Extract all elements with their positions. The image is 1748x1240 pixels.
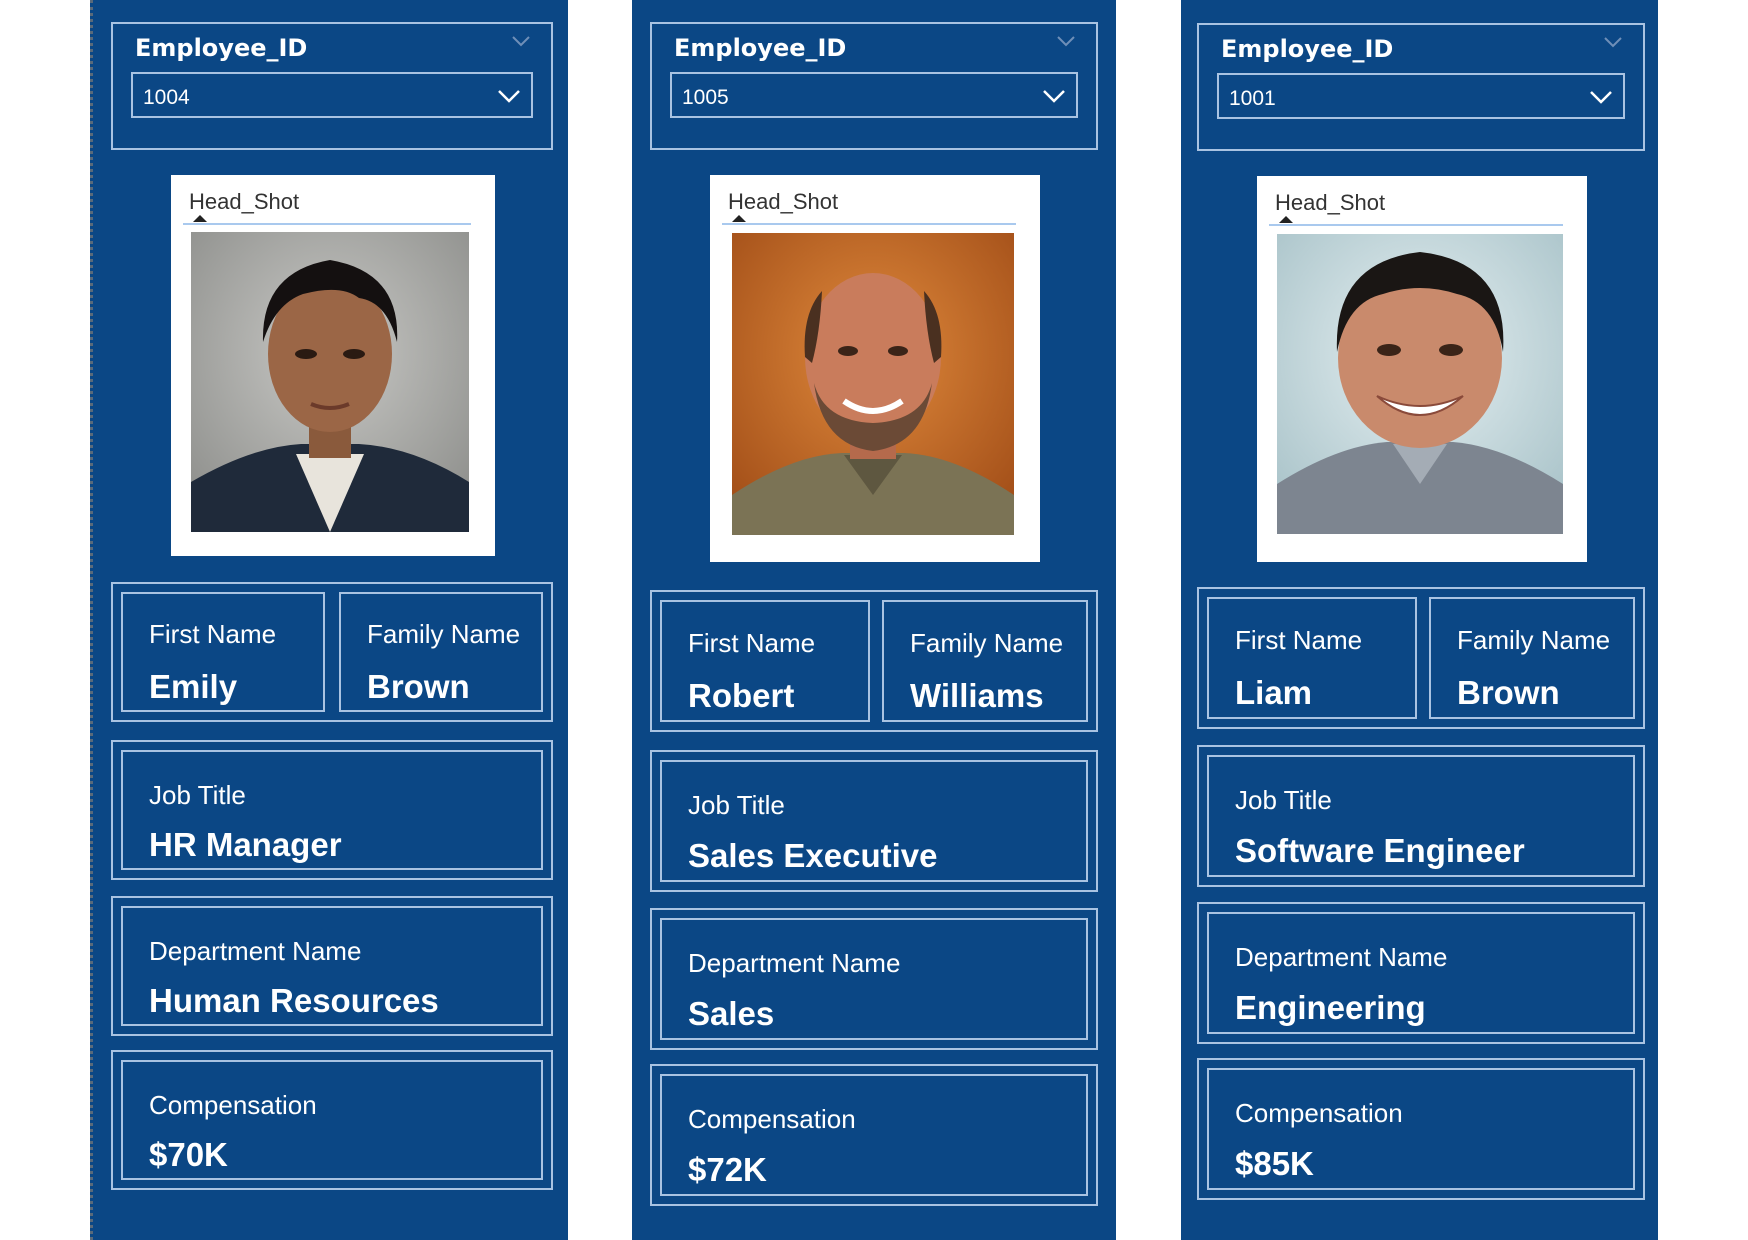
department-value: Human Resources (149, 982, 439, 1019)
compensation-inner: Compensation $72K (660, 1074, 1088, 1196)
sort-arrow-icon[interactable] (193, 215, 207, 222)
dropdown-selected-value: 1005 (682, 86, 729, 109)
employee-panel-2: Employee_ID 1005 Head_Shot First Name Ro… (632, 0, 1116, 1240)
job-title-value: Software Engineer (1235, 832, 1525, 869)
department-label: Department Name (149, 936, 362, 966)
family-name-value: Williams (910, 677, 1044, 714)
family-name-card: Family Name Williams (882, 600, 1088, 722)
employee-id-dropdown[interactable]: 1005 (670, 72, 1078, 118)
head-shot-title: Head_Shot (189, 189, 300, 214)
employee-id-slicer: Employee_ID 1001 (1197, 23, 1645, 151)
family-name-card: Family Name Brown (339, 592, 543, 712)
head-shot-title: Head_Shot (1275, 190, 1386, 215)
department-card: Department Name Engineering (1197, 902, 1645, 1044)
department-label: Department Name (688, 948, 901, 978)
head-shot-visual: Head_Shot (171, 175, 495, 556)
name-cards-container: First Name Robert Family Name Williams (650, 590, 1098, 732)
slicer-collapse-chevron-icon[interactable] (1056, 34, 1076, 48)
department-card: Department Name Human Resources (111, 896, 553, 1036)
job-title-inner: Job Title Sales Executive (660, 760, 1088, 882)
chevron-down-icon[interactable] (1589, 89, 1613, 105)
job-title-inner: Job Title HR Manager (121, 750, 543, 870)
first-name-label: First Name (1235, 625, 1363, 655)
department-inner: Department Name Human Resources (121, 906, 543, 1026)
first-name-value: Robert (688, 677, 795, 714)
family-name-label: Family Name (1457, 625, 1611, 655)
family-name-card: Family Name Brown (1429, 597, 1635, 719)
compensation-card: Compensation $72K (650, 1064, 1098, 1206)
first-name-card: First Name Liam (1207, 597, 1417, 719)
compensation-value: $70K (149, 1136, 228, 1173)
department-inner: Department Name Engineering (1207, 912, 1635, 1034)
chevron-down-icon[interactable] (1042, 88, 1066, 104)
portrait-woman-icon (191, 232, 469, 532)
header-divider (1269, 224, 1563, 226)
name-cards-container: First Name Emily Family Name Brown (111, 582, 553, 722)
head-shot-photo (732, 233, 1014, 535)
head-shot-photo (1277, 234, 1563, 534)
slicer-label: Employee_ID (1221, 35, 1394, 63)
compensation-label: Compensation (688, 1104, 856, 1134)
head-shot-visual: Head_Shot (1257, 176, 1587, 562)
portrait-man-bald-icon (732, 233, 1014, 535)
department-inner: Department Name Sales (660, 918, 1088, 1040)
employee-id-dropdown[interactable]: 1001 (1217, 73, 1625, 119)
name-cards-container: First Name Liam Family Name Brown (1197, 587, 1645, 729)
compensation-label: Compensation (1235, 1098, 1403, 1128)
job-title-inner: Job Title Software Engineer (1207, 755, 1635, 877)
head-shot-photo (191, 232, 469, 532)
first-name-value: Emily (149, 668, 238, 705)
department-value: Engineering (1235, 989, 1426, 1026)
slicer-label: Employee_ID (674, 34, 847, 62)
department-label: Department Name (1235, 942, 1448, 972)
department-value: Sales (688, 995, 775, 1032)
slicer-collapse-chevron-icon[interactable] (1603, 35, 1623, 49)
job-title-label: Job Title (1235, 785, 1332, 815)
first-name-card: First Name Robert (660, 600, 870, 722)
first-name-value: Liam (1235, 674, 1313, 711)
compensation-label: Compensation (149, 1090, 317, 1120)
family-name-value: Brown (367, 668, 470, 705)
job-title-card: Job Title Sales Executive (650, 750, 1098, 892)
employee-id-slicer: Employee_ID 1005 (650, 22, 1098, 150)
department-card: Department Name Sales (650, 908, 1098, 1050)
chevron-down-icon[interactable] (497, 88, 521, 104)
header-divider (722, 223, 1016, 225)
dropdown-selected-value: 1001 (1229, 87, 1276, 110)
family-name-label: Family Name (367, 619, 521, 649)
sort-arrow-icon[interactable] (732, 215, 746, 222)
head-shot-visual: Head_Shot (710, 175, 1040, 562)
job-title-card: Job Title Software Engineer (1197, 745, 1645, 887)
first-name-label: First Name (149, 619, 277, 649)
family-name-value: Brown (1457, 674, 1560, 711)
job-title-label: Job Title (688, 790, 785, 820)
job-title-card: Job Title HR Manager (111, 740, 553, 880)
compensation-inner: Compensation $85K (1207, 1068, 1635, 1190)
header-divider (183, 223, 471, 225)
job-title-value: Sales Executive (688, 837, 938, 874)
compensation-card: Compensation $85K (1197, 1058, 1645, 1200)
employee-id-slicer: Employee_ID 1004 (111, 22, 553, 150)
head-shot-title: Head_Shot (728, 189, 839, 214)
sort-arrow-icon[interactable] (1279, 216, 1293, 223)
employee-panel-1: Employee_ID 1004 Head_Shot First Name Em… (90, 0, 568, 1240)
slicer-collapse-chevron-icon[interactable] (511, 34, 531, 48)
compensation-card: Compensation $70K (111, 1050, 553, 1190)
employee-id-dropdown[interactable]: 1004 (131, 72, 533, 118)
slicer-label: Employee_ID (135, 34, 308, 62)
portrait-man-smiling-icon (1277, 234, 1563, 534)
job-title-value: HR Manager (149, 826, 342, 863)
first-name-label: First Name (688, 628, 816, 658)
dropdown-selected-value: 1004 (143, 86, 190, 109)
compensation-value: $85K (1235, 1145, 1314, 1182)
family-name-label: Family Name (910, 628, 1064, 658)
employee-panel-3: Employee_ID 1001 Head_Shot First Name Li… (1181, 0, 1658, 1240)
job-title-label: Job Title (149, 780, 246, 810)
compensation-inner: Compensation $70K (121, 1060, 543, 1180)
first-name-card: First Name Emily (121, 592, 325, 712)
compensation-value: $72K (688, 1151, 767, 1188)
